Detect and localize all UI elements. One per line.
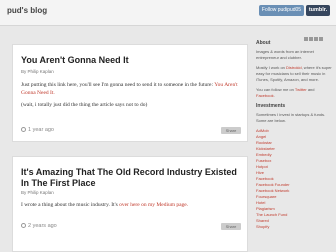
sidebar-heading-about: About bbox=[256, 40, 271, 46]
share-button[interactable]: Share bbox=[221, 223, 241, 230]
post-author: By Philip Kaplan bbox=[21, 190, 54, 195]
sidebar-icons bbox=[304, 28, 334, 41]
post-timestamp[interactable]: 1 year ago bbox=[21, 127, 54, 133]
post: It's Amazing That The Old Record Industr… bbox=[12, 156, 248, 252]
top-bar: pud's blog Follow pudipud05 tumblr. bbox=[0, 0, 336, 26]
twitter-link[interactable]: Twitter bbox=[295, 87, 307, 92]
post-timestamp[interactable]: 2 years ago bbox=[21, 223, 57, 229]
sidebar-heading-investments: Investments bbox=[256, 103, 286, 109]
sidebar: About Images & words from an internet en… bbox=[256, 40, 334, 252]
investments-list: AdMob Angel Rockstar Kickstarter Embedly… bbox=[256, 128, 334, 230]
about-text-distrokid: Mostly I work on Distrokid, where it's s… bbox=[256, 65, 332, 82]
post-body: Just putting this link here, you'll see … bbox=[21, 81, 243, 97]
blog-title[interactable]: pud's blog bbox=[7, 6, 47, 15]
main-column: You Aren't Gonna Need It By Philip Kapla… bbox=[12, 30, 248, 252]
follow-button[interactable]: Follow pudipud05 bbox=[259, 5, 304, 16]
tumblr-button[interactable]: tumblr. bbox=[306, 5, 330, 16]
post-title[interactable]: You Aren't Gonna Need It bbox=[21, 55, 241, 66]
clock-icon bbox=[21, 127, 26, 133]
about-text: Images & words from an internet entrepre… bbox=[256, 49, 314, 60]
post-link[interactable]: over here on my Medium page. bbox=[119, 202, 188, 208]
investments-text: Sometimes I invest in startups & funds. … bbox=[256, 112, 326, 123]
post-body: I wrote a thing about the music industry… bbox=[21, 201, 243, 209]
facebook-link[interactable]: Facebook bbox=[256, 93, 274, 98]
distrokid-link[interactable]: Distrokid bbox=[286, 65, 302, 70]
post-body-text: I wrote a thing about the music industry… bbox=[21, 202, 120, 208]
post-body-note: (wait, i totally just did the thing the … bbox=[21, 102, 148, 108]
post: You Aren't Gonna Need It By Philip Kapla… bbox=[12, 44, 248, 142]
post-author: By Philip Kaplan bbox=[21, 69, 54, 74]
post-body-text: in the future: bbox=[184, 82, 215, 88]
clock-icon bbox=[21, 223, 26, 229]
post-body-text: Just putting this link here, you'll see … bbox=[21, 82, 184, 88]
share-button[interactable]: Share bbox=[221, 127, 241, 134]
investment-link[interactable]: Shopify bbox=[256, 224, 334, 230]
about-text-follow: You can follow me on Twitter and Faceboo… bbox=[256, 87, 315, 98]
post-title[interactable]: It's Amazing That The Old Record Industr… bbox=[21, 167, 241, 189]
